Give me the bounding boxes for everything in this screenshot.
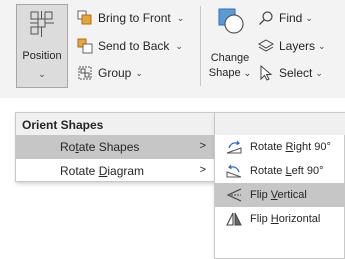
send-to-back-button[interactable]: Send to Back ⌄ [77, 36, 183, 56]
chevron-down-icon: ⌄ [243, 68, 252, 78]
send-to-back-icon [77, 38, 93, 54]
menu-item-flip-horizontal[interactable]: Flip Horizontal [215, 207, 345, 231]
menu-item-accel: V [270, 189, 278, 201]
chevron-down-icon: ⌄ [175, 40, 183, 51]
menu-item-rotate-right[interactable]: Rotate Right 90° [215, 135, 345, 159]
rotate-right-icon [226, 140, 242, 154]
bring-to-front-label: Bring to Front [98, 11, 171, 25]
flip-vertical-icon [226, 188, 242, 202]
change-shape-icon [218, 8, 244, 34]
layers-button[interactable]: Layers ⌄ [258, 36, 326, 56]
menu-header: Orient Shapes [16, 113, 214, 135]
select-label: Select [279, 66, 313, 80]
menu-item-rotate-diagram[interactable]: Rotate Diagram > [16, 159, 214, 183]
find-label: Find [279, 11, 303, 25]
chevron-down-icon: ⌄ [135, 67, 143, 78]
change-shape-label-2: Shape ⌄ [206, 67, 254, 79]
menu-item-flip-vertical[interactable]: Flip Vertical [215, 183, 345, 207]
chevron-right-icon: > [199, 140, 206, 152]
search-icon [258, 10, 274, 26]
menu-item-label-rest: ight 90° [293, 141, 331, 153]
menu-item-label-rest: iagram [107, 164, 145, 178]
menu-item-label-rest: eft 90° [291, 165, 324, 177]
group-icon [77, 65, 93, 81]
layers-icon [258, 38, 274, 54]
select-button[interactable]: Select ⌄ [258, 63, 323, 83]
menu-item-rotate-left[interactable]: Rotate Left 90° [215, 159, 345, 183]
menu-item-label: Rotate [250, 165, 286, 177]
menu-item-label: Flip [250, 189, 271, 201]
menu-item-rotate-shapes[interactable]: Rotate Shapes > [16, 135, 214, 159]
chevron-down-icon: ⌄ [315, 67, 323, 78]
chevron-down-icon: ⌄ [38, 69, 46, 79]
layers-label: Layers [279, 39, 316, 53]
bring-to-front-button[interactable]: Bring to Front ⌄ [77, 8, 184, 28]
ribbon: Position ⌄ Bring to Front ⌄ Send to Back… [0, 0, 345, 98]
position-icon [30, 11, 54, 37]
chevron-down-icon: ⌄ [176, 12, 185, 23]
chevron-down-icon: ⌄ [305, 12, 313, 23]
menu-item-label: Flip [250, 213, 271, 225]
flip-horizontal-icon [226, 212, 242, 226]
chevron-down-icon: ⌄ [318, 40, 326, 51]
menu-item-label-rest: orizontal [278, 213, 321, 225]
position-label: Position [22, 50, 62, 62]
rotate-left-icon [226, 164, 242, 178]
menu-item-label: Rotate [250, 141, 286, 153]
find-button[interactable]: Find ⌄ [258, 8, 313, 28]
send-to-back-label: Send to Back [98, 39, 170, 53]
chevron-right-icon: > [199, 164, 206, 176]
group-label: Group [98, 66, 132, 80]
ribbon-separator [200, 6, 201, 86]
menu-item-accel: H [270, 213, 279, 225]
orient-shapes-menu: Orient Shapes Rotate Shapes > Rotate Dia… [15, 112, 215, 182]
rotate-submenu: Rotate Right 90° Rotate Left 90° Flip Ve… [214, 112, 345, 259]
menu-item-label-rest: ate Shapes [78, 140, 140, 154]
menu-item-label-rest: ertical [277, 189, 307, 201]
menu-item-label: Rotate [60, 164, 99, 178]
menu-item-label: Ro [60, 140, 76, 154]
group-button[interactable]: Group ⌄ [77, 63, 143, 83]
cursor-icon [258, 65, 274, 81]
change-shape-label: Change [210, 52, 250, 64]
submenu-header-strip [215, 113, 345, 135]
bring-to-front-icon [77, 10, 93, 26]
change-shape-label-line2: Shape [208, 67, 241, 79]
position-button[interactable]: Position ⌄ [16, 4, 68, 88]
change-shape-button[interactable]: Change Shape ⌄ [206, 6, 254, 86]
